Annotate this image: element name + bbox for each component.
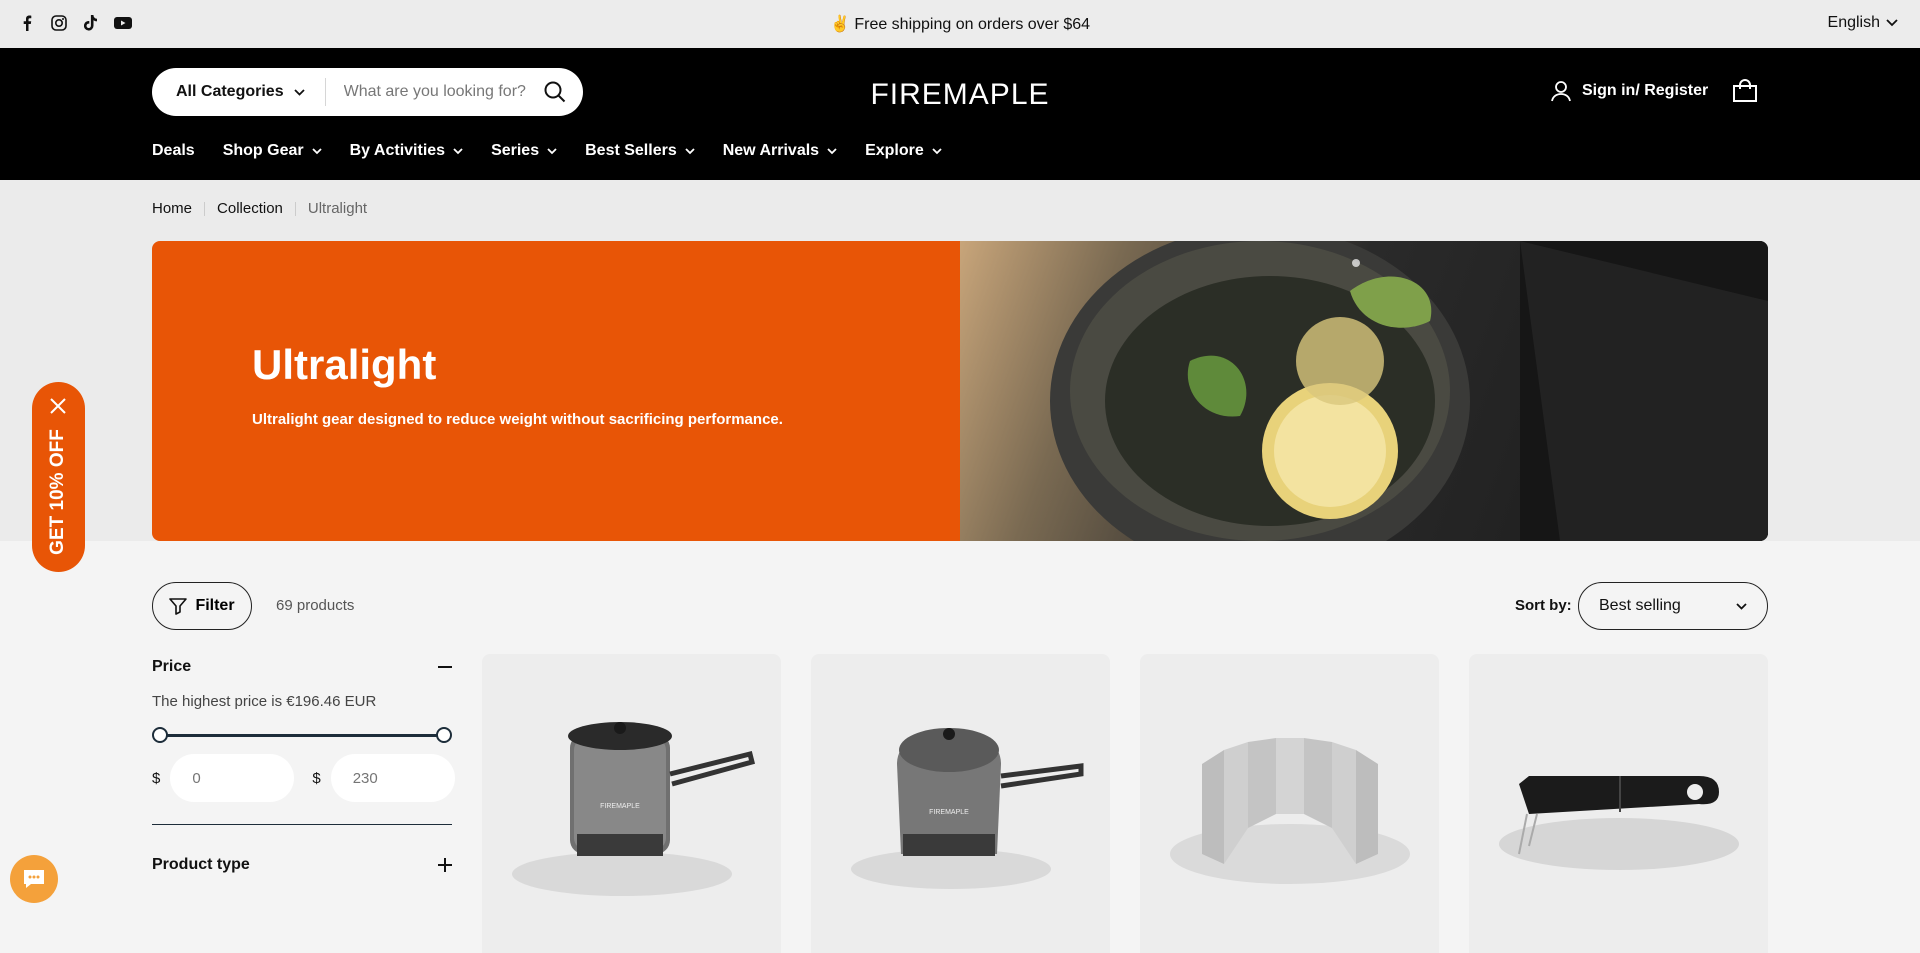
chevron-down-icon xyxy=(1736,602,1747,610)
chevron-down-icon xyxy=(827,147,837,154)
currency-symbol: $ xyxy=(312,769,321,787)
currency-symbol: $ xyxy=(152,769,161,787)
nav-label: New Arrivals xyxy=(722,142,820,159)
breadcrumb-separator xyxy=(204,201,206,216)
nav-label: Explore xyxy=(865,142,924,159)
product-image: FIREMAPLE xyxy=(851,728,1084,889)
price-max-input[interactable] xyxy=(330,754,455,802)
close-icon[interactable] xyxy=(48,396,68,416)
nav-best-sellers[interactable]: Best Sellers xyxy=(585,142,695,160)
filter-label: Filter xyxy=(195,597,235,614)
price-filter-header[interactable]: Price xyxy=(152,655,452,679)
breadcrumb: Home Collection Ultralight xyxy=(152,200,367,217)
language-label: English xyxy=(1827,14,1880,31)
collection-description: Ultralight gear designed to reduce weigh… xyxy=(252,411,783,428)
filter-icon xyxy=(169,598,188,615)
product-card[interactable] xyxy=(1140,654,1439,953)
hero-text-panel: Ultralight Ultralight gear designed to r… xyxy=(152,241,960,541)
price-inputs: $ $ xyxy=(152,754,455,802)
nav-label: Series xyxy=(491,142,540,159)
product-card[interactable]: FIREMAPLE xyxy=(811,654,1110,953)
nav-deals[interactable]: Deals xyxy=(152,142,195,160)
product-image xyxy=(1170,738,1410,884)
product-type-filter-header[interactable]: Product type xyxy=(152,853,452,877)
highest-price-note: The highest price is €196.46 EUR xyxy=(152,693,377,710)
filter-sidebar: Price The highest price is €196.46 EUR $… xyxy=(152,655,455,877)
chevron-down-icon xyxy=(453,147,463,154)
slider-max-handle[interactable] xyxy=(436,727,452,743)
product-card[interactable] xyxy=(1469,654,1768,953)
chevron-down-icon xyxy=(932,147,942,154)
slider-min-handle[interactable] xyxy=(152,727,168,743)
breadcrumb-collection[interactable]: Collection xyxy=(217,200,283,217)
nav-label: Best Sellers xyxy=(585,142,677,159)
collection-hero: Ultralight Ultralight gear designed to r… xyxy=(152,241,1768,541)
breadcrumb-separator xyxy=(294,201,296,216)
product-card[interactable]: FIREMAPLE xyxy=(482,654,781,953)
site-header: All Categories FIREMAPLE Sign in/ Regist… xyxy=(0,48,1920,180)
product-image xyxy=(1499,776,1739,870)
chevron-down-icon xyxy=(1886,19,1898,27)
filter-button[interactable]: Filter xyxy=(152,582,252,630)
nav-explore[interactable]: Explore xyxy=(865,142,942,160)
minus-icon xyxy=(438,666,452,668)
svg-text:FIREMAPLE: FIREMAPLE xyxy=(929,809,969,816)
product-type-filter-title: Product type xyxy=(152,856,250,873)
price-filter-title: Price xyxy=(152,658,192,675)
breadcrumb-home[interactable]: Home xyxy=(152,200,192,217)
nav-label: By Activities xyxy=(349,142,446,159)
svg-text:FIREMAPLE: FIREMAPLE xyxy=(600,803,640,810)
chat-button[interactable] xyxy=(10,855,58,903)
nav-shop-gear[interactable]: Shop Gear xyxy=(223,142,322,160)
sort-label: Sort by: xyxy=(1515,597,1572,614)
slider-track xyxy=(160,734,444,737)
price-min-input[interactable] xyxy=(170,754,295,802)
filter-divider xyxy=(152,824,452,825)
main-nav: Deals Shop Gear By Activities Series Bes… xyxy=(152,142,942,160)
nav-series[interactable]: Series xyxy=(491,142,557,160)
product-count: 69 products xyxy=(276,597,355,614)
product-image: FIREMAPLE xyxy=(512,722,756,896)
sort-value: Best selling xyxy=(1599,597,1681,614)
plus-icon xyxy=(438,858,452,872)
cart-icon[interactable] xyxy=(1732,79,1758,103)
hero-image xyxy=(960,241,1768,541)
price-range-slider xyxy=(152,726,452,744)
discount-promo-tab[interactable]: GET 10% OFF xyxy=(32,382,85,572)
announcement-bar: ✌ Free shipping on orders over $64 Engli… xyxy=(0,0,1920,48)
user-icon xyxy=(1551,81,1571,102)
chat-icon xyxy=(24,870,44,888)
chevron-down-icon xyxy=(547,147,557,154)
breadcrumb-current: Ultralight xyxy=(307,200,368,217)
collection-title: Ultralight xyxy=(252,341,437,388)
sign-in-link[interactable]: Sign in/ Register xyxy=(1550,80,1708,102)
sort-select[interactable]: Best selling xyxy=(1578,582,1768,630)
nav-label: Shop Gear xyxy=(222,142,304,159)
language-selector[interactable]: English xyxy=(1828,14,1898,32)
nav-new-arrivals[interactable]: New Arrivals xyxy=(723,142,837,160)
promo-label: GET 10% OFF xyxy=(47,429,68,555)
chevron-down-icon xyxy=(685,147,695,154)
nav-label: Deals xyxy=(152,142,195,159)
sign-in-label: Sign in/ Register xyxy=(1582,82,1709,99)
chevron-down-icon xyxy=(311,147,322,154)
nav-by-activities[interactable]: By Activities xyxy=(350,142,463,160)
free-shipping-message: ✌ Free shipping on orders over $64 xyxy=(829,16,1091,33)
